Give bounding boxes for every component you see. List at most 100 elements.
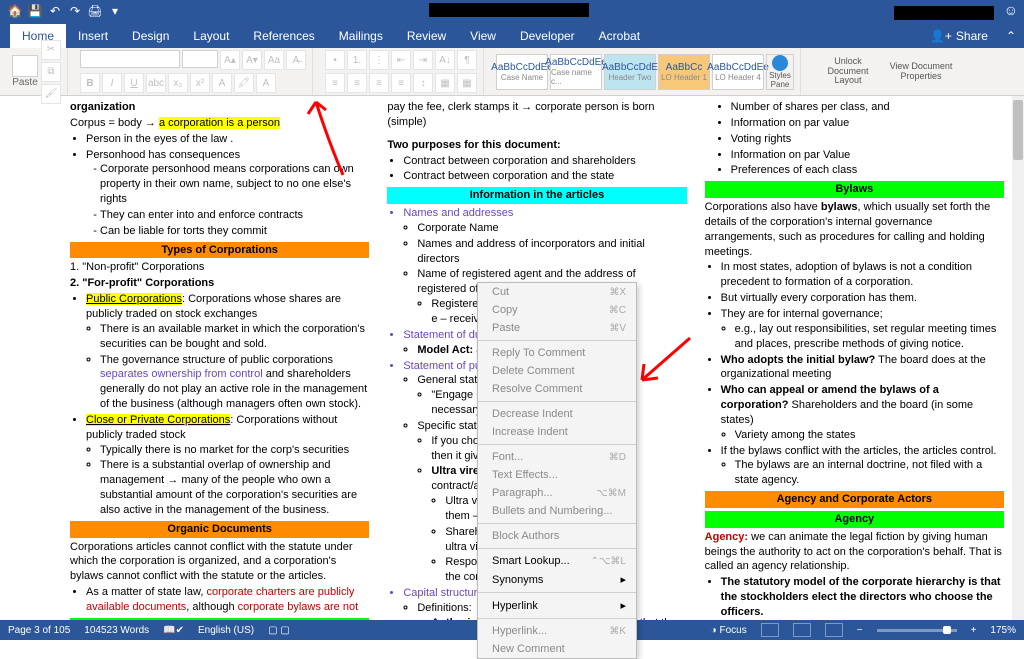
header-types-of-corporations: Types of Corporations — [70, 242, 369, 259]
show-marks-button[interactable]: ¶ — [457, 50, 477, 70]
share-button[interactable]: 👤+Share — [920, 24, 998, 48]
ctx-new-comment: New Comment — [478, 640, 636, 658]
style-case-name-c[interactable]: AaBbCcDdEeCase name c... — [550, 54, 602, 90]
shading-button[interactable]: ▦ — [435, 73, 455, 93]
copy-button[interactable]: ⧉ — [41, 62, 61, 82]
tab-acrobat[interactable]: Acrobat — [587, 24, 652, 48]
style-lo-header-4[interactable]: AaBbCcDdEeLO Header 4 — [712, 54, 764, 90]
bullets-button[interactable]: • — [325, 50, 345, 70]
align-right-button[interactable]: ≡ — [369, 73, 389, 93]
ctx-resolve-comment: Resolve Comment — [478, 380, 636, 398]
ctx-paste: Paste⌘V — [478, 319, 636, 337]
style-case-name[interactable]: AaBbCcDdEeCase Name — [496, 54, 548, 90]
status-spellcheck-icon[interactable]: 📖✔ — [163, 625, 184, 636]
document-title-redacted — [429, 3, 589, 17]
superscript-button[interactable]: x² — [190, 73, 210, 93]
ctx-smart-lookup[interactable]: Smart Lookup...⌃⌥⌘L — [478, 552, 636, 570]
redo-icon[interactable]: ↷ — [66, 2, 84, 20]
status-words[interactable]: 104523 Words — [84, 625, 149, 636]
tab-review[interactable]: Review — [395, 24, 458, 48]
quick-access-toolbar: 🏠 💾 ↶ ↷ 🖨 ▾ — [6, 2, 124, 20]
clipboard-group: Paste ✂ ⧉ 🖌 — [6, 48, 68, 95]
ctx-text-effects: Text Effects... — [478, 466, 636, 484]
zoom-out-button[interactable]: − — [857, 625, 863, 636]
heading-organization: organization — [70, 100, 369, 115]
multilevel-button[interactable]: ⋮ — [369, 50, 389, 70]
view-print-button[interactable] — [793, 623, 811, 637]
ctx-copy: Copy⌘C — [478, 301, 636, 319]
bold-button[interactable]: B — [80, 73, 100, 93]
tab-design[interactable]: Design — [120, 24, 181, 48]
align-left-button[interactable]: ≡ — [325, 73, 345, 93]
focus-mode-button[interactable]: ◑ Focus — [711, 625, 747, 636]
ctx-reply-comment: Reply To Comment — [478, 344, 636, 362]
italic-button[interactable]: I — [102, 73, 122, 93]
share-icon: 👤+ — [930, 29, 952, 43]
scrollbar-thumb[interactable] — [1013, 100, 1023, 160]
header-info-in-articles: Information in the articles — [387, 187, 686, 204]
style-header-two[interactable]: AaBbCcDdEHeader Two — [604, 54, 656, 90]
tab-developer[interactable]: Developer — [508, 24, 587, 48]
qat-more-icon[interactable]: ▾ — [106, 2, 124, 20]
align-center-button[interactable]: ≡ — [347, 73, 367, 93]
text-effect-button[interactable]: A — [212, 73, 232, 93]
subscript-button[interactable]: x₂ — [168, 73, 188, 93]
grow-font-button[interactable]: A▴ — [220, 50, 240, 70]
cut-button[interactable]: ✂ — [41, 40, 61, 60]
dec-indent-button[interactable]: ⇤ — [391, 50, 411, 70]
style-lo-header-1[interactable]: AaBbCcLO Header 1 — [658, 54, 710, 90]
header-bylaws: Bylaws — [705, 181, 1004, 198]
home-icon[interactable]: 🏠 — [6, 2, 24, 20]
ctx-hyperlink-submenu[interactable]: Hyperlink▸ — [478, 596, 636, 615]
underline-button[interactable]: U — [124, 73, 144, 93]
numbering-button[interactable]: 1. — [347, 50, 367, 70]
header-organic-documents: Organic Documents — [70, 521, 369, 538]
borders-button[interactable]: ▦ — [457, 73, 477, 93]
font-size-select[interactable] — [182, 50, 218, 68]
tab-insert[interactable]: Insert — [66, 24, 120, 48]
strike-button[interactable]: abc — [146, 73, 166, 93]
undo-icon[interactable]: ↶ — [46, 2, 64, 20]
tab-layout[interactable]: Layout — [181, 24, 241, 48]
ctx-bullets-numbering: Bullets and Numbering... — [478, 502, 636, 520]
feedback-icon[interactable]: ☺ — [1004, 2, 1018, 18]
print-icon[interactable]: 🖨 — [86, 2, 104, 20]
clear-format-button[interactable]: A̶ — [286, 50, 306, 70]
ctx-synonyms[interactable]: Synonyms▸ — [478, 570, 636, 589]
ctx-block-authors: Block Authors — [478, 527, 636, 545]
view-doc-props-button[interactable]: View Document Properties — [886, 62, 956, 82]
sort-button[interactable]: A↓ — [435, 50, 455, 70]
title-bar: 🏠 💾 ↶ ↷ 🖨 ▾ ☺ — [0, 0, 1024, 22]
shrink-font-button[interactable]: A▾ — [242, 50, 262, 70]
styles-group: AaBbCcDdEeCase Name AaBbCcDdEeCase name … — [490, 48, 801, 95]
status-page[interactable]: Page 3 of 105 — [8, 625, 70, 636]
highlight-button[interactable]: 🖍 — [234, 73, 254, 93]
save-icon[interactable]: 💾 — [26, 2, 44, 20]
tab-references[interactable]: References — [241, 24, 326, 48]
font-family-select[interactable] — [80, 50, 180, 68]
tab-view[interactable]: View — [458, 24, 508, 48]
view-web-button[interactable] — [825, 623, 843, 637]
justify-button[interactable]: ≡ — [391, 73, 411, 93]
zoom-in-button[interactable]: + — [971, 625, 977, 636]
line-spacing-button[interactable]: ↕ — [413, 73, 433, 93]
ribbon: Paste ✂ ⧉ 🖌 A▴ A▾ Aa A̶ B I U abc x₂ x² — [0, 48, 1024, 96]
column-3: Number of shares per class, and Informat… — [705, 100, 1004, 616]
paste-button[interactable]: Paste — [12, 55, 38, 88]
ribbon-collapse-icon[interactable]: ⌃ — [998, 24, 1024, 48]
inc-indent-button[interactable]: ⇥ — [413, 50, 433, 70]
font-group: A▴ A▾ Aa A̶ B I U abc x₂ x² A 🖍 A — [74, 48, 313, 95]
ctx-hyperlink: Hyperlink...⌘K — [478, 622, 636, 640]
font-color-button[interactable]: A — [256, 73, 276, 93]
styles-pane-button[interactable]: Styles Pane — [766, 54, 794, 90]
zoom-slider[interactable] — [877, 629, 957, 632]
ctx-increase-indent: Increase Indent — [478, 423, 636, 441]
vertical-scrollbar[interactable] — [1012, 96, 1024, 620]
status-language[interactable]: English (US) — [198, 625, 254, 636]
ctx-cut: Cut⌘X — [478, 283, 636, 301]
tab-mailings[interactable]: Mailings — [327, 24, 395, 48]
unlock-layout-button[interactable]: Unlock Document Layout — [813, 57, 883, 87]
zoom-level[interactable]: 175% — [990, 625, 1016, 636]
change-case-button[interactable]: Aa — [264, 50, 284, 70]
view-read-button[interactable] — [761, 623, 779, 637]
